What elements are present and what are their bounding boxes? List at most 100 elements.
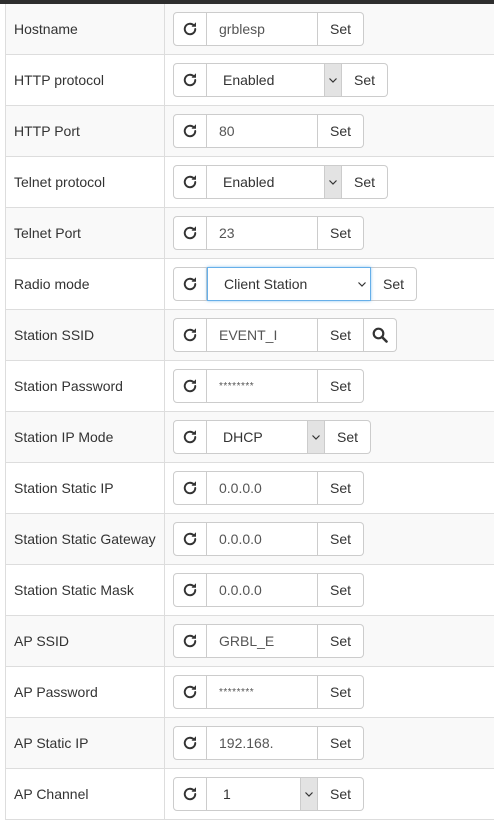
set-button[interactable]: Set: [318, 12, 364, 46]
set-button[interactable]: Set: [325, 420, 371, 454]
setting-control: Client Station Set: [165, 259, 494, 309]
select-value: DHCP: [223, 429, 263, 445]
input-group: EVENT_I Set: [173, 318, 397, 352]
settings-row: HTTP Port 80 Set: [6, 106, 494, 157]
set-button[interactable]: Set: [318, 624, 364, 658]
setting-control: Enabled Set: [165, 55, 494, 105]
refresh-icon: [183, 634, 197, 648]
refresh-button[interactable]: [173, 114, 207, 148]
setting-label: Station SSID: [6, 310, 165, 360]
input-group: 192.168. Set: [173, 726, 364, 760]
refresh-button[interactable]: [173, 369, 207, 403]
refresh-button[interactable]: [173, 675, 207, 709]
refresh-button[interactable]: [173, 165, 207, 199]
set-button[interactable]: Set: [318, 777, 364, 811]
setting-label: HTTP Port: [6, 106, 165, 156]
refresh-button[interactable]: [173, 573, 207, 607]
set-button[interactable]: Set: [318, 216, 364, 250]
settings-table: Hostname grblesp Set HTTP protocol Enabl…: [5, 4, 494, 820]
setting-control: 23 Set: [165, 208, 494, 258]
refresh-icon: [183, 787, 197, 801]
station-ssid-input[interactable]: EVENT_I: [207, 318, 318, 352]
station-password-input[interactable]: ********: [207, 369, 318, 403]
input-group: 23 Set: [173, 216, 364, 250]
set-button[interactable]: Set: [318, 369, 364, 403]
set-button[interactable]: Set: [318, 726, 364, 760]
refresh-icon: [183, 532, 197, 546]
refresh-button[interactable]: [173, 267, 207, 301]
setting-label: Telnet Port: [6, 208, 165, 258]
input-group: 0.0.0.0 Set: [173, 522, 364, 556]
set-button[interactable]: Set: [318, 114, 364, 148]
setting-label: Station Static IP: [6, 463, 165, 513]
setting-label: AP Password: [6, 667, 165, 717]
telnet-protocol-select[interactable]: Enabled: [207, 165, 342, 199]
refresh-button[interactable]: [173, 318, 207, 352]
refresh-icon: [183, 583, 197, 597]
input-group: Client Station Set: [173, 267, 417, 301]
set-button[interactable]: Set: [318, 573, 364, 607]
input-group: DHCP Set: [173, 420, 371, 454]
refresh-icon: [183, 124, 197, 138]
refresh-icon: [183, 736, 197, 750]
setting-control: ******** Set: [165, 361, 494, 411]
station-ip-mode-select[interactable]: DHCP: [207, 420, 325, 454]
input-group: grblesp Set: [173, 12, 364, 46]
refresh-icon: [183, 430, 197, 444]
setting-control: 0.0.0.0 Set: [165, 514, 494, 564]
refresh-button[interactable]: [173, 624, 207, 658]
refresh-button[interactable]: [173, 726, 207, 760]
set-button[interactable]: Set: [342, 63, 388, 97]
setting-control: 192.168. Set: [165, 718, 494, 768]
setting-label: Radio mode: [6, 259, 165, 309]
refresh-button[interactable]: [173, 522, 207, 556]
set-button[interactable]: Set: [318, 471, 364, 505]
refresh-icon: [183, 22, 197, 36]
settings-row: Station Static IP 0.0.0.0 Set: [6, 463, 494, 514]
select-value: Enabled: [223, 174, 275, 190]
station-static-mask-input[interactable]: 0.0.0.0: [207, 573, 318, 607]
refresh-button[interactable]: [173, 216, 207, 250]
refresh-button[interactable]: [173, 12, 207, 46]
input-group: ******** Set: [173, 675, 364, 709]
refresh-icon: [183, 73, 197, 87]
set-button[interactable]: Set: [318, 318, 364, 352]
setting-control: 80 Set: [165, 106, 494, 156]
settings-row: Radio mode Client Station Set: [6, 259, 494, 310]
select-value: Client Station: [224, 276, 308, 292]
ap-static-ip-input[interactable]: 192.168.: [207, 726, 318, 760]
chevron-down-icon: [324, 166, 341, 198]
refresh-button[interactable]: [173, 777, 207, 811]
telnet-port-input[interactable]: 23: [207, 216, 318, 250]
settings-row: Station Password ******** Set: [6, 361, 494, 412]
refresh-button[interactable]: [173, 471, 207, 505]
ap-channel-select[interactable]: 1: [207, 777, 318, 811]
search-button[interactable]: [364, 318, 397, 352]
set-button[interactable]: Set: [318, 675, 364, 709]
set-button[interactable]: Set: [371, 267, 417, 301]
ap-ssid-input[interactable]: GRBL_E: [207, 624, 318, 658]
chevron-down-icon: [307, 421, 324, 453]
station-static-gateway-input[interactable]: 0.0.0.0: [207, 522, 318, 556]
setting-label: Station IP Mode: [6, 412, 165, 462]
settings-row: Station Static Mask 0.0.0.0 Set: [6, 565, 494, 616]
radio-mode-select[interactable]: Client Station: [207, 267, 371, 301]
settings-row: Station Static Gateway 0.0.0.0 Set: [6, 514, 494, 565]
station-static-ip-input[interactable]: 0.0.0.0: [207, 471, 318, 505]
settings-row: Station IP Mode DHCP Set: [6, 412, 494, 463]
ap-password-input[interactable]: ********: [207, 675, 318, 709]
settings-row: AP SSID GRBL_E Set: [6, 616, 494, 667]
chevron-down-icon: [324, 64, 341, 96]
refresh-icon: [183, 277, 197, 291]
chevron-down-icon: [354, 268, 370, 300]
setting-control: DHCP Set: [165, 412, 494, 462]
hostname-input[interactable]: grblesp: [207, 12, 318, 46]
refresh-button[interactable]: [173, 63, 207, 97]
set-button[interactable]: Set: [342, 165, 388, 199]
set-button[interactable]: Set: [318, 522, 364, 556]
http-protocol-select[interactable]: Enabled: [207, 63, 342, 97]
http-port-input[interactable]: 80: [207, 114, 318, 148]
settings-row: AP Password ******** Set: [6, 667, 494, 718]
refresh-button[interactable]: [173, 420, 207, 454]
input-group: ******** Set: [173, 369, 364, 403]
